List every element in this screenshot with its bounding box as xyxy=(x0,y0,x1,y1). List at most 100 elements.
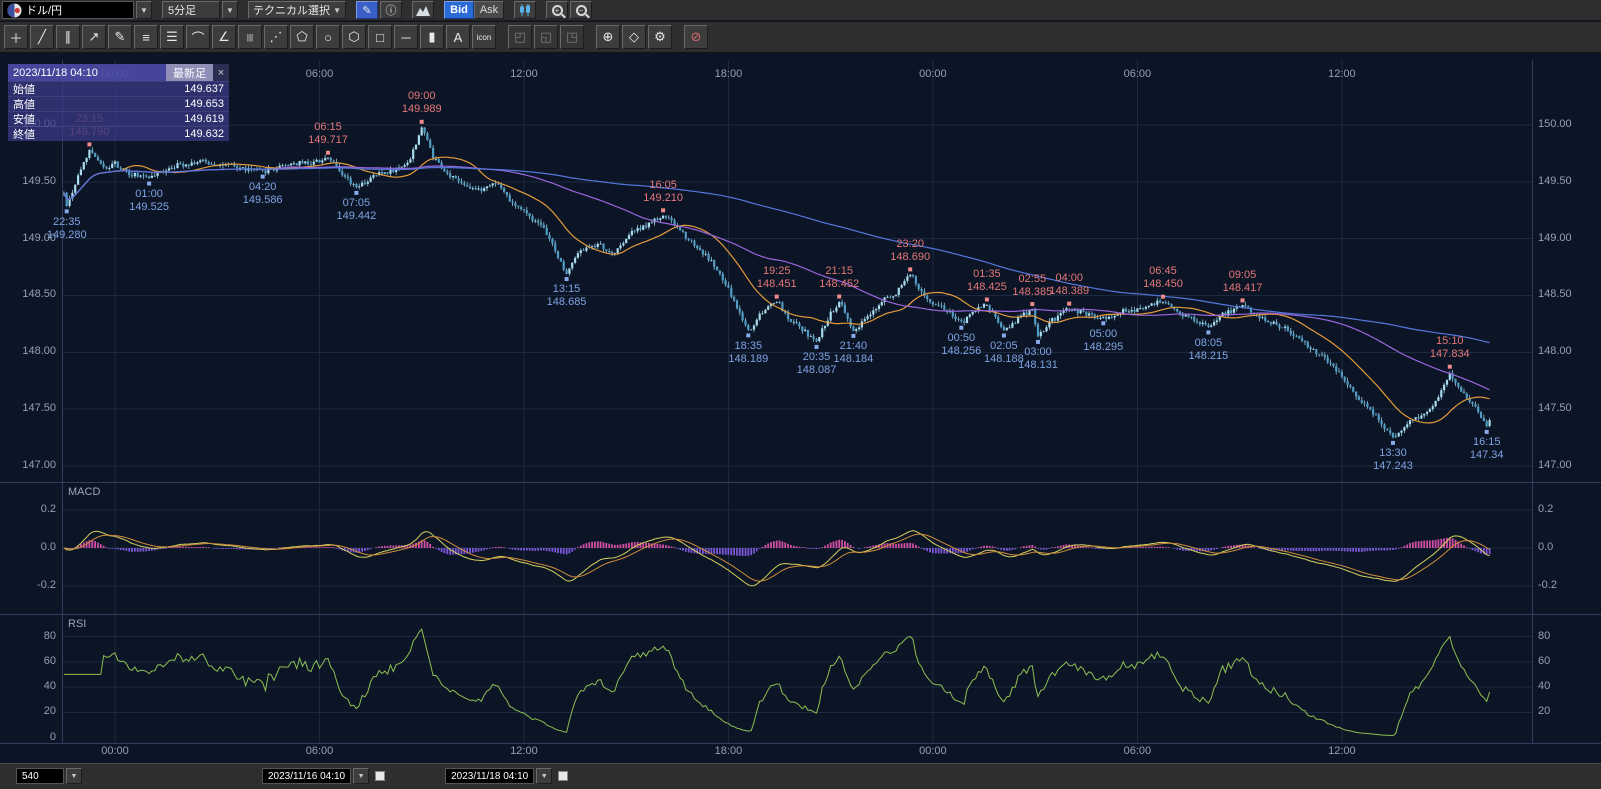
caret-down-icon: ▼ xyxy=(140,6,148,15)
caret-down-icon: ▼ xyxy=(226,6,234,15)
copy-tool-icon: ◰ xyxy=(514,29,526,45)
fib-arc-icon: ⌒ xyxy=(191,28,204,47)
ohlc-info-panel: 2023/11/18 04:10 最新足 × 始値149.637 高値149.6… xyxy=(8,64,229,141)
range-to-dropdown[interactable]: ▼ xyxy=(536,768,552,784)
tool-freehand-draw-button[interactable]: ✎ xyxy=(108,25,132,49)
ohlc-row-close: 終値149.632 xyxy=(8,126,229,141)
zoom-out-icon: − xyxy=(576,5,587,16)
chart-canvas[interactable] xyxy=(0,0,1601,789)
tool-pentagon-shape-button[interactable]: ⬠ xyxy=(290,25,314,49)
pair-dropdown-button[interactable]: ▼ xyxy=(136,1,152,19)
tool-horizontal-line-button[interactable]: ─ xyxy=(394,25,418,49)
ohlc-datetime: 2023/11/18 04:10 xyxy=(8,67,166,79)
ohlc-row-open: 始値149.637 xyxy=(8,81,229,96)
parallel-channel-icon: ∥ xyxy=(65,29,72,45)
vertical-lines-icon: ||| xyxy=(247,33,253,42)
range-to-checkbox[interactable] xyxy=(558,771,568,781)
icon-stamp-icon: icon xyxy=(477,33,492,42)
ohlc-row-low: 安値149.619 xyxy=(8,111,229,126)
tool-vertical-band-button[interactable]: ▮ xyxy=(420,25,444,49)
pair-label: ドル/円 xyxy=(26,2,62,18)
tool-crosshair-button[interactable]: ＋ xyxy=(4,25,28,49)
bar-count-dropdown[interactable]: ▼ xyxy=(66,768,82,784)
timeframe-label: 5分足 xyxy=(168,2,196,18)
bottom-range-bar: 540 ▼ 2023/11/16 04:10 ▼ 2023/11/18 04:1… xyxy=(0,763,1601,789)
tool-hexagon-shape-button[interactable]: ⬡ xyxy=(342,25,366,49)
tool-settings-tool-button[interactable]: ⚙ xyxy=(648,25,672,49)
tool-copy-tool-button: ◰ xyxy=(508,25,532,49)
timeframe-selector[interactable]: 5分足 xyxy=(162,1,220,19)
rsi-pane-label: RSI xyxy=(68,618,86,630)
tool-vertical-lines-button[interactable]: ||| xyxy=(238,25,262,49)
horizontal-lines-icon: ☰ xyxy=(166,29,178,45)
tool-fib-arc-button[interactable]: ⌒ xyxy=(186,25,210,49)
range-to-input[interactable]: 2023/11/18 04:10 xyxy=(445,768,534,784)
pencil-icon: ✎ xyxy=(362,4,371,17)
ohlc-panel-header[interactable]: 2023/11/18 04:10 最新足 × xyxy=(8,64,229,81)
text-tool-icon: A xyxy=(454,30,463,45)
info-icon: ⓘ xyxy=(386,2,397,18)
hexagon-shape-icon: ⬡ xyxy=(348,29,359,45)
horizontal-line-icon: ─ xyxy=(401,30,410,45)
duplicate-tool-icon: ◱ xyxy=(540,29,552,45)
tool-parallel-channel-button[interactable]: ∥ xyxy=(56,25,80,49)
tool-clear-all-tool-button[interactable]: ⊘ xyxy=(684,25,708,49)
clear-all-tool-icon: ⊘ xyxy=(691,29,702,45)
zoom-out-button[interactable]: − xyxy=(570,1,592,19)
crosshair-icon: ＋ xyxy=(9,28,22,47)
tool-ray-line-button[interactable]: ↗ xyxy=(82,25,106,49)
zoom-area-tool-icon: ⊕ xyxy=(603,29,614,45)
candle-chart-button[interactable] xyxy=(514,1,536,19)
tool-icon-stamp-button[interactable]: icon xyxy=(472,25,496,49)
close-icon[interactable]: × xyxy=(213,64,229,81)
eraser-tool-icon: ◇ xyxy=(629,29,639,45)
range-from-checkbox[interactable] xyxy=(375,771,385,781)
vertical-band-icon: ▮ xyxy=(428,29,435,45)
tool-horizontal-lines-button[interactable]: ☰ xyxy=(160,25,184,49)
ray-line-icon: ↗ xyxy=(89,29,100,45)
latest-bar-badge: 最新足 xyxy=(166,64,213,81)
fib-retracement-icon: ≡ xyxy=(142,30,150,45)
tool-gann-angle-button[interactable]: ∠ xyxy=(212,25,236,49)
gann-angle-icon: ∠ xyxy=(218,29,230,45)
trend-line-icon: ╱ xyxy=(38,29,46,45)
tool-fib-retracement-button[interactable]: ≡ xyxy=(134,25,158,49)
tool-duplicate-tool-button: ◱ xyxy=(534,25,558,49)
freehand-draw-icon: ✎ xyxy=(115,29,126,45)
pentagon-shape-icon: ⬠ xyxy=(296,29,307,45)
zoom-in-button[interactable]: + xyxy=(546,1,568,19)
tool-zoom-area-tool-button[interactable]: ⊕ xyxy=(596,25,620,49)
tool-rectangle-shape-button[interactable]: □ xyxy=(368,25,392,49)
candlestick-icon xyxy=(518,3,532,17)
bid-toggle-button[interactable]: Bid xyxy=(444,1,474,19)
fx-chart-app: ドル/円 ▼ 5分足 ▼ テクニカル選択 ▼ ✎ ⓘ xyxy=(0,0,1601,789)
settings-tool-icon: ⚙ xyxy=(654,29,666,45)
technical-label: テクニカル選択 xyxy=(253,2,330,18)
currency-pair-selector[interactable]: ドル/円 xyxy=(2,1,134,19)
area-chart-button[interactable] xyxy=(412,1,434,19)
tool-circle-shape-button[interactable]: ○ xyxy=(316,25,340,49)
paste-tool-icon: ◳ xyxy=(566,29,578,45)
top-toolbar: ドル/円 ▼ 5分足 ▼ テクニカル選択 ▼ ✎ ⓘ xyxy=(0,0,1601,21)
tool-text-tool-button[interactable]: A xyxy=(446,25,470,49)
technical-select-button[interactable]: テクニカル選択 ▼ xyxy=(248,1,346,19)
tool-trend-dots-button[interactable]: ⋰ xyxy=(264,25,288,49)
range-from-dropdown[interactable]: ▼ xyxy=(353,768,369,784)
bar-count-input[interactable]: 540 xyxy=(16,768,64,784)
timeframe-dropdown-button[interactable]: ▼ xyxy=(222,1,238,19)
info-button[interactable]: ⓘ xyxy=(380,1,402,19)
zoom-in-icon: + xyxy=(552,5,563,16)
pair-flag-icon xyxy=(7,3,22,18)
tool-paste-tool-button: ◳ xyxy=(560,25,584,49)
draw-mode-button[interactable]: ✎ xyxy=(356,1,378,19)
tool-eraser-tool-button[interactable]: ◇ xyxy=(622,25,646,49)
area-chart-icon xyxy=(415,4,431,17)
circle-shape-icon: ○ xyxy=(324,30,332,45)
drawing-toolbar: ＋ ╱ ∥ ↗ ✎ ≡ ☰ ⌒ ∠ ||| ⋰ ⬠ ○ ⬡ □ ─ ▮ Aicon ◰ ◱ ◳ ⊕ ◇ ⚙ ⊘ xyxy=(0,22,1601,53)
ask-toggle-button[interactable]: Ask xyxy=(474,1,504,19)
macd-pane-label: MACD xyxy=(68,486,100,498)
range-from-input[interactable]: 2023/11/16 04:10 xyxy=(262,768,351,784)
rectangle-shape-icon: □ xyxy=(376,30,384,45)
trend-dots-icon: ⋰ xyxy=(270,29,283,45)
tool-trend-line-button[interactable]: ╱ xyxy=(30,25,54,49)
